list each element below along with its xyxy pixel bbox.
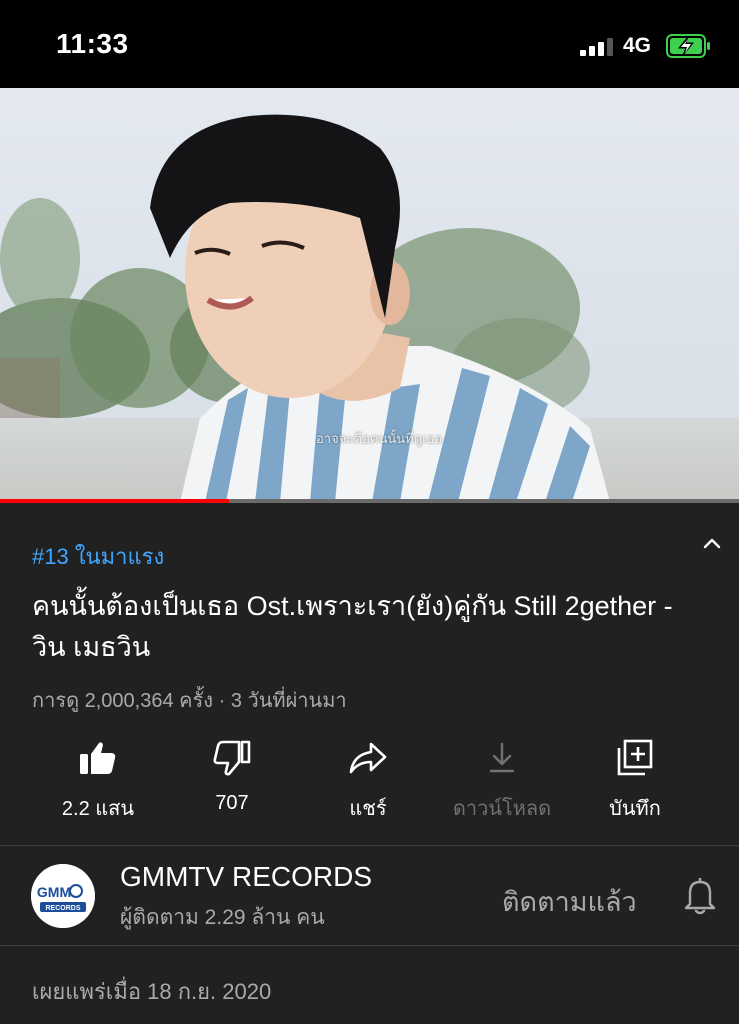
network-type: 4G [623,34,652,57]
save-button[interactable]: บันทึก [570,738,700,824]
subscriber-count: ผู้ติดตาม 2.29 ล้าน คน [120,906,325,929]
dislike-button[interactable]: 707 [167,738,297,815]
download-label: ดาวน์โหลด [452,798,552,820]
logo-text: GMM [37,884,71,900]
video-player[interactable]: อาจจะคือคนนั้นที่ดูเธอ [0,88,739,502]
save-label: บันทึก [609,798,661,820]
status-time: 11:33 [56,28,129,59]
dislike-count: 707 [215,792,249,814]
trending-badge[interactable]: #13 ในมาแรง [32,539,164,574]
publish-date: เผยแพร่เมื่อ 18 ก.ย. 2020 [32,979,272,1004]
video-subtitle: อาจจะคือคนนั้นที่ดูเธอ [316,431,443,446]
download-icon [489,742,515,773]
share-icon [349,742,387,774]
thumbs-up-icon [80,742,116,774]
channel-avatar[interactable]: GMM RECORDS [31,864,95,928]
subscribed-button[interactable]: ติดตามแล้ว [502,880,637,923]
video-title[interactable]: คนนั้นต้องเป็นเธอ Ost.เพราะเรา(ยัง)คู่กั… [32,586,692,668]
divider [0,945,739,946]
battery-charging-icon [666,34,710,58]
status-bar: 11:33 4G [0,0,739,88]
download-button[interactable]: ดาวน์โหลด [437,738,567,824]
channel-name[interactable]: GMMTV RECORDS [120,861,372,893]
share-label: แชร์ [349,798,387,820]
thumbs-down-icon [213,740,251,776]
divider [0,845,739,846]
add-to-playlist-icon [617,739,653,776]
chevron-up-icon[interactable] [700,532,724,556]
share-button[interactable]: แชร์ [303,738,433,824]
like-button[interactable]: 2.2 แสน [33,738,163,824]
like-count: 2.2 แสน [61,798,135,820]
logo-subtext: RECORDS [45,905,80,912]
video-progress-fill [0,499,230,503]
video-progress-bar[interactable] [0,499,739,503]
signal-icon [580,38,613,56]
video-meta: การดู 2,000,364 ครั้ง · 3 วันที่ผ่านมา [32,690,347,712]
gmmtv-records-logo: GMM RECORDS [31,864,95,928]
bell-icon[interactable] [682,874,718,916]
